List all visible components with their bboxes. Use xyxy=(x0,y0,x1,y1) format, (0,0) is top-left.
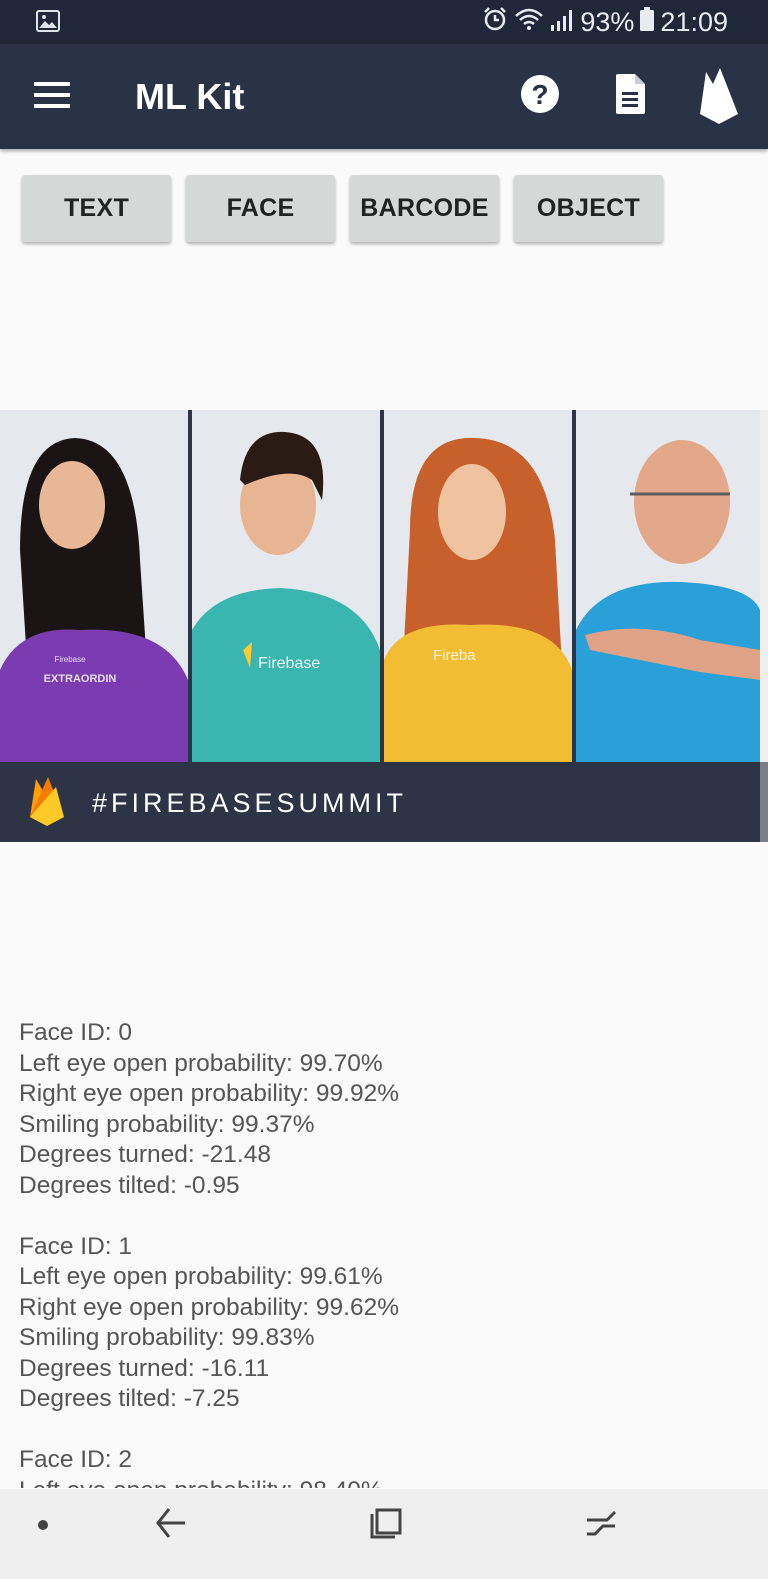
signal-icon xyxy=(550,7,574,38)
left-eye-probability: Left eye open probability: 99.61% xyxy=(19,1263,383,1290)
degrees-turned: Degrees turned: -21.48 xyxy=(19,1141,271,1168)
document-icon[interactable] xyxy=(613,72,647,121)
face-id: Face ID: 1 xyxy=(19,1232,133,1260)
shirt-text-1a: Firebase xyxy=(54,655,86,664)
face-result-1: Face ID: 1 Left eye open probability: 99… xyxy=(19,1232,739,1415)
text-button[interactable]: TEXT xyxy=(22,175,171,242)
clock: 21:09 xyxy=(660,7,728,37)
recent-apps-icon[interactable] xyxy=(370,1506,402,1545)
barcode-button[interactable]: BARCODE xyxy=(350,175,499,242)
smiling-probability: Smiling probability: 99.83% xyxy=(19,1324,315,1351)
banner-hashtag: #FIREBASESUMMIT xyxy=(92,788,408,818)
wifi-icon xyxy=(514,7,544,38)
firebase-flame-icon xyxy=(28,775,66,832)
gallery-notification-icon xyxy=(36,10,60,37)
firebase-icon[interactable] xyxy=(696,66,742,131)
navigation-bar xyxy=(0,1489,768,1579)
face-result-0: Face ID: 0 Left eye open probability: 99… xyxy=(19,1018,739,1201)
right-eye-probability: Right eye open probability: 99.62% xyxy=(19,1293,400,1321)
degrees-tilted: Degrees tilted: -7.25 xyxy=(19,1385,240,1412)
left-eye-probability: Left eye open probability: 98.40% xyxy=(19,1476,739,1489)
right-eye-probability: Right eye open probability: 99.92% xyxy=(19,1080,400,1107)
image-scrollbar[interactable] xyxy=(760,410,768,842)
back-icon[interactable] xyxy=(155,1506,187,1545)
status-bar: 93% 21:09 xyxy=(0,0,768,44)
face-results: Face ID: 0 Left eye open probability: 99… xyxy=(19,1018,739,1488)
face-result-2: Face ID: 2 Left eye open probability: 98… xyxy=(19,1445,739,1488)
left-eye-probability: Left eye open probability: 99.70% xyxy=(19,1049,383,1077)
shirt-text-2: Firebase xyxy=(258,655,320,672)
alarm-icon xyxy=(482,6,508,39)
battery-icon xyxy=(640,7,655,38)
help-icon[interactable]: ? xyxy=(520,72,560,121)
smiling-probability: Smiling probability: 99.37% xyxy=(19,1110,315,1138)
face-id: Face ID: 0 xyxy=(19,1019,133,1046)
svg-text:?: ? xyxy=(531,79,548,110)
app-title: ML Kit xyxy=(135,76,245,117)
menu-icon[interactable] xyxy=(34,80,70,112)
dot-icon[interactable] xyxy=(37,1518,49,1536)
object-button[interactable]: OBJECT xyxy=(514,175,663,242)
shirt-text-1b: EXTRAORDIN xyxy=(44,673,117,685)
face-button[interactable]: FACE xyxy=(186,175,335,242)
battery-percent: 93% xyxy=(580,7,635,37)
detector-buttons: TEXT FACE BARCODE OBJECT xyxy=(22,175,663,242)
face-id: Face ID: 2 xyxy=(19,1446,133,1473)
shirt-text-3: Fireba xyxy=(433,647,476,664)
degrees-tilted: Degrees tilted: -0.95 xyxy=(19,1171,240,1199)
app-bar: ML Kit ? xyxy=(0,44,768,149)
switch-apps-icon[interactable] xyxy=(585,1506,617,1545)
degrees-turned: Degrees turned: -16.11 xyxy=(19,1354,270,1382)
